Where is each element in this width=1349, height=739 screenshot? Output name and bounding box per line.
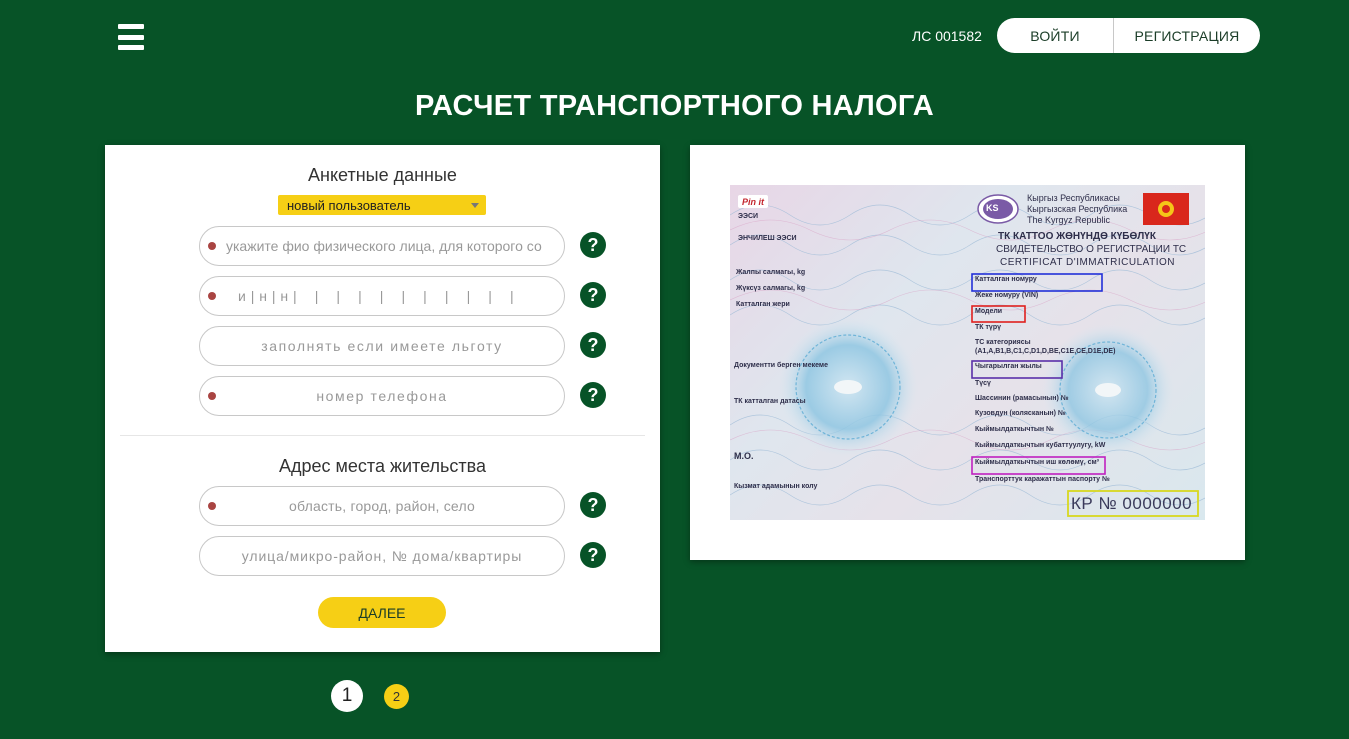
menu-icon[interactable] [118, 24, 144, 50]
cert-left-field: Жүксүз салмагы, kg [736, 285, 806, 292]
cert-right-field: Транспорттук каражаттын паспорту № [975, 476, 1110, 483]
country-ky: Кыргыз Республикасы [1027, 193, 1120, 203]
cert-right-field: Кыймылдаткычтын № [975, 426, 1054, 433]
cert-left-field: Кызмат адамынын колу [734, 483, 818, 490]
heading-fr: CERTIFICAT D'IMMATRICULATION [1000, 257, 1175, 268]
cert-right-field: Модели [975, 308, 1003, 315]
cert-right-field: ТС категориясы [975, 339, 1031, 346]
divider [120, 435, 645, 436]
phone-input[interactable]: номер телефона [199, 376, 565, 416]
country-en: The Kyrgyz Republic [1027, 215, 1111, 225]
fio-help-icon[interactable]: ? [580, 232, 606, 258]
cert-left-field: ТК катталган датасы [734, 398, 806, 405]
pinit-button[interactable]: Pin it [738, 195, 768, 208]
benefit-placeholder: заполнять если имеете льготу [261, 338, 503, 354]
cert-right-field: (A1,A,B1,B,C1,C,D1,D,BE,C1E,CE,D1E,DE) [975, 348, 1116, 355]
page-title: РАСЧЕТ ТРАНСПОРТНОГО НАЛОГА [414, 90, 935, 122]
region-help-icon[interactable]: ? [580, 492, 606, 518]
register-button[interactable]: РЕГИСТРАЦИЯ [1114, 18, 1260, 53]
personal-data-title: Анкетные данные [308, 165, 457, 185]
heading-ru: СВИДЕТЕЛЬСТВО О РЕГИСТРАЦИИ ТС [996, 244, 1187, 255]
registration-certificate-image: Pin it KS Кыргыз Республикасы Кыргызская… [730, 185, 1205, 520]
phone-placeholder: номер телефона [316, 388, 448, 404]
step-2[interactable]: 2 [384, 684, 409, 709]
benefit-help-icon[interactable]: ? [580, 332, 606, 358]
address-title: Адрес места жительства [278, 456, 487, 476]
account-code: ЛС 001582 [912, 28, 982, 44]
region-placeholder: область, город, район, село [289, 498, 475, 514]
auth-buttons: ВОЙТИ РЕГИСТРАЦИЯ [997, 18, 1260, 53]
form-card: Анкетные данные новый пользователь укажи… [105, 145, 660, 652]
inn-placeholder: и | н | н | | | | | | | | | | | [238, 288, 515, 304]
required-dot [208, 242, 216, 250]
cert-right-field: Кыймылдаткычтын иш көлөмү, см³ [975, 459, 1099, 466]
benefit-input[interactable]: заполнять если имеете льготу [199, 326, 565, 366]
inn-input[interactable]: и | н | н | | | | | | | | | | | [199, 276, 565, 316]
step-1[interactable]: 1 [331, 680, 363, 712]
user-type-value: новый пользователь [287, 198, 411, 213]
cert-right-field: Түсү [975, 380, 991, 387]
image-card: Pin it KS Кыргыз Республикасы Кыргызская… [690, 145, 1245, 560]
user-type-select[interactable]: новый пользователь [278, 195, 486, 215]
required-dot [208, 502, 216, 510]
cert-right-field: Катталган номуру [975, 276, 1037, 283]
cert-left-field: Катталган жери [736, 301, 790, 308]
cert-right-field: ТК түрү [975, 324, 1001, 331]
cert-right-field: Чыгарылган жылы [975, 363, 1042, 370]
phone-help-icon[interactable]: ? [580, 382, 606, 408]
street-placeholder: улица/микро-район, № дома/квартиры [241, 548, 523, 564]
cert-right-field: Кузовдун (колясканын) № [975, 410, 1066, 417]
certificate-serial: КР № 0000000 [1071, 494, 1193, 513]
cert-left-field: ЭНЧИЛЕШ ЭЭСИ [738, 235, 797, 242]
next-button[interactable]: ДАЛЕЕ [318, 597, 446, 628]
street-help-icon[interactable]: ? [580, 542, 606, 568]
cert-left-field: ЭЭСИ [738, 213, 759, 220]
fio-placeholder: укажите фио физического лица, для которо… [226, 238, 542, 254]
required-dot [208, 292, 216, 300]
cert-left-field: М.О. [734, 451, 754, 461]
heading-ky: ТК КАТТОО ЖӨНҮНДӨ КҮБӨЛҮК [998, 231, 1156, 242]
cert-right-field: Жеке номуру (VIN) [975, 292, 1039, 299]
cert-left-field: Жалпы салмагы, kg [736, 269, 806, 276]
cert-right-field: Кыймылдаткычтын кубаттуулугу, kW [975, 442, 1106, 449]
login-button[interactable]: ВОЙТИ [997, 18, 1114, 53]
required-dot [208, 392, 216, 400]
ks-emblem-text: KS [986, 203, 999, 213]
cert-right-field: Шассинин (рамасынын) № [975, 395, 1069, 402]
chevron-down-icon [471, 203, 479, 208]
country-ru: Кыргызская Республика [1027, 204, 1128, 214]
region-input[interactable]: область, город, район, село [199, 486, 565, 526]
cert-left-field: Документти берген мекеме [734, 362, 828, 369]
fio-input[interactable]: укажите фио физического лица, для которо… [199, 226, 565, 266]
street-input[interactable]: улица/микро-район, № дома/квартиры [199, 536, 565, 576]
inn-help-icon[interactable]: ? [580, 282, 606, 308]
